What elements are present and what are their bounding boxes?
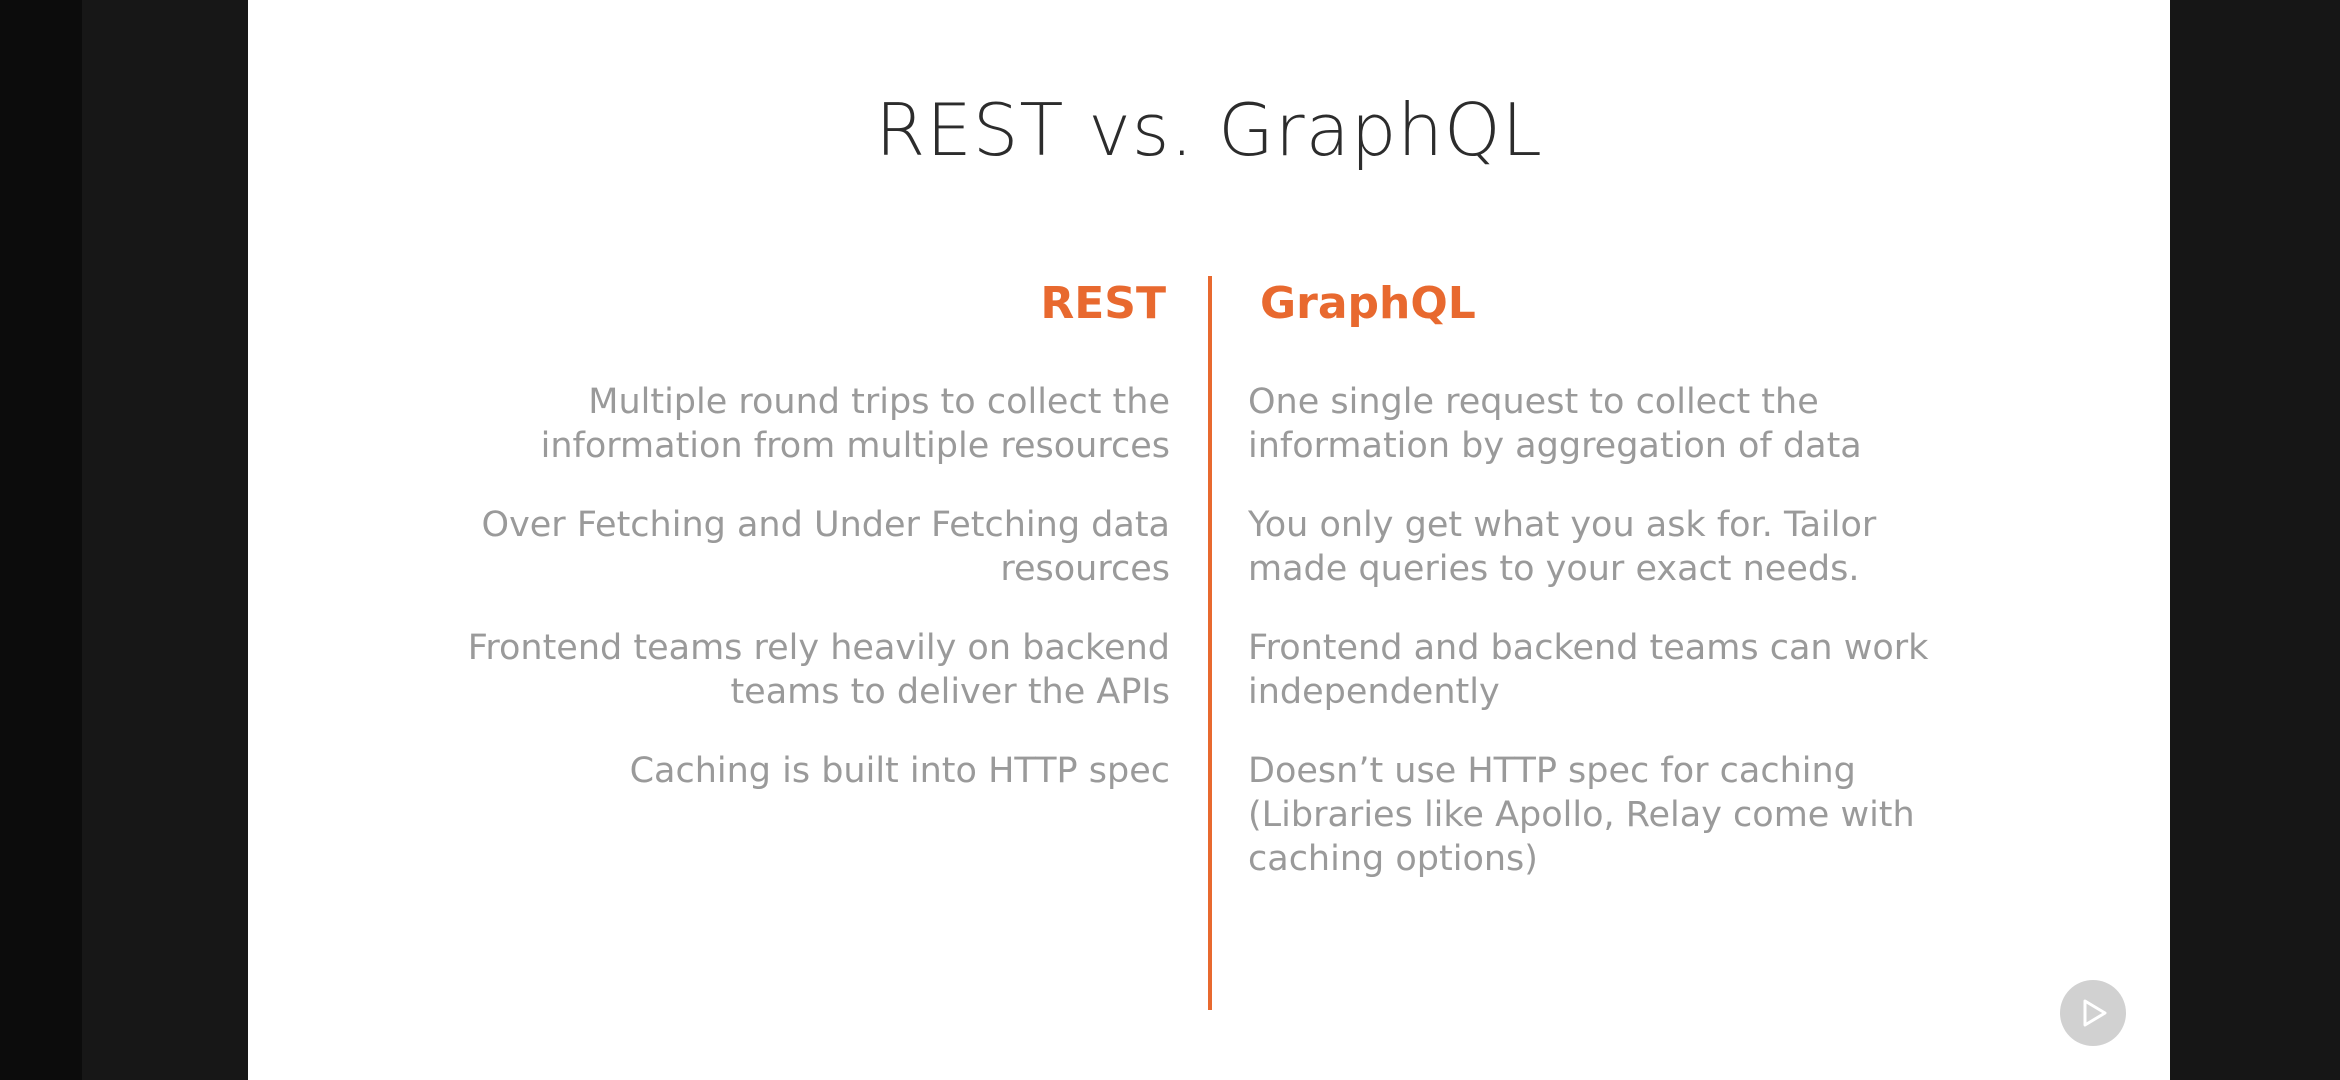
rest-column-header: REST	[1040, 278, 1166, 329]
slide-title: REST vs. GraphQL	[875, 88, 1543, 172]
column-divider	[1208, 276, 1212, 1010]
rest-point-2: Over Fetching and Under Fetching data re…	[481, 505, 1170, 589]
left-letterbox	[0, 0, 248, 1080]
play-button[interactable]	[2060, 980, 2126, 1046]
rest-point-3: Frontend teams rely heavily on backend t…	[467, 628, 1170, 712]
rest-point-1: Multiple round trips to collect the info…	[540, 382, 1170, 466]
graphql-point-4: Doesn’t use HTTP spec for caching (Libra…	[1248, 751, 1915, 879]
right-letterbox	[2170, 0, 2340, 1080]
graphql-point-3: Frontend and backend teams can work inde…	[1248, 628, 1929, 712]
video-frame: REST vs. GraphQL REST GraphQL Multiple r…	[0, 0, 2340, 1080]
left-letterbox-inner	[82, 0, 248, 1080]
rest-point-4: Caching is built into HTTP spec	[629, 751, 1170, 791]
graphql-column-header: GraphQL	[1260, 278, 1476, 329]
presentation-slide: REST vs. GraphQL REST GraphQL Multiple r…	[248, 0, 2170, 1080]
graphql-point-1: One single request to collect the inform…	[1248, 382, 1862, 466]
play-icon	[2083, 999, 2107, 1027]
graphql-point-2: You only get what you ask for. Tailor ma…	[1248, 505, 1877, 589]
